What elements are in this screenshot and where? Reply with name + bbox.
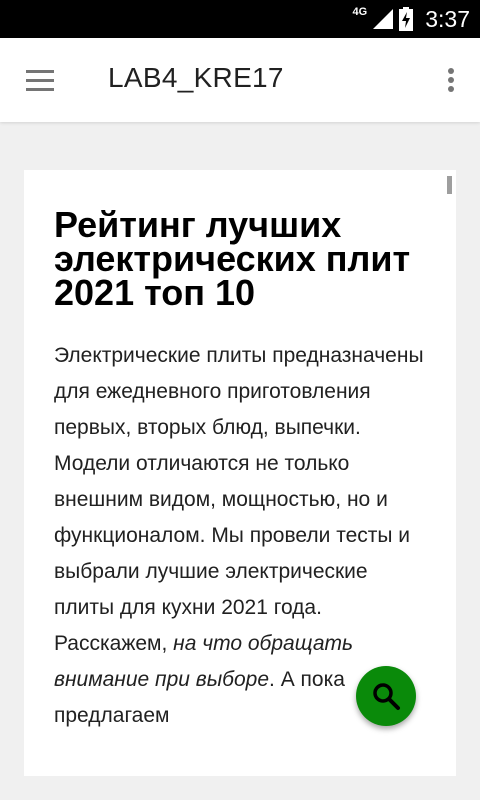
search-icon — [373, 683, 400, 710]
signal-icon — [373, 9, 394, 29]
app-bar: LAB4_KRE17 — [0, 38, 480, 122]
article-title: Рейтинг лучших электрических плит 2021 т… — [54, 204, 411, 313]
scrollbar-thumb[interactable] — [447, 176, 452, 194]
clock: 3:37 — [425, 5, 470, 32]
more-vert-icon[interactable] — [440, 62, 460, 98]
battery-charging-icon — [399, 7, 414, 31]
status-bar: 4G 3:37 — [0, 0, 480, 38]
hamburger-menu-icon[interactable] — [22, 62, 62, 98]
search-fab-button[interactable] — [356, 666, 416, 726]
article-body-intro: Электрические плиты предназначены для еж… — [54, 344, 424, 655]
status-icons: 4G 3:37 — [353, 0, 470, 38]
app-title: LAB4_KRE17 — [108, 62, 284, 93]
network-type-label: 4G — [352, 6, 368, 18]
